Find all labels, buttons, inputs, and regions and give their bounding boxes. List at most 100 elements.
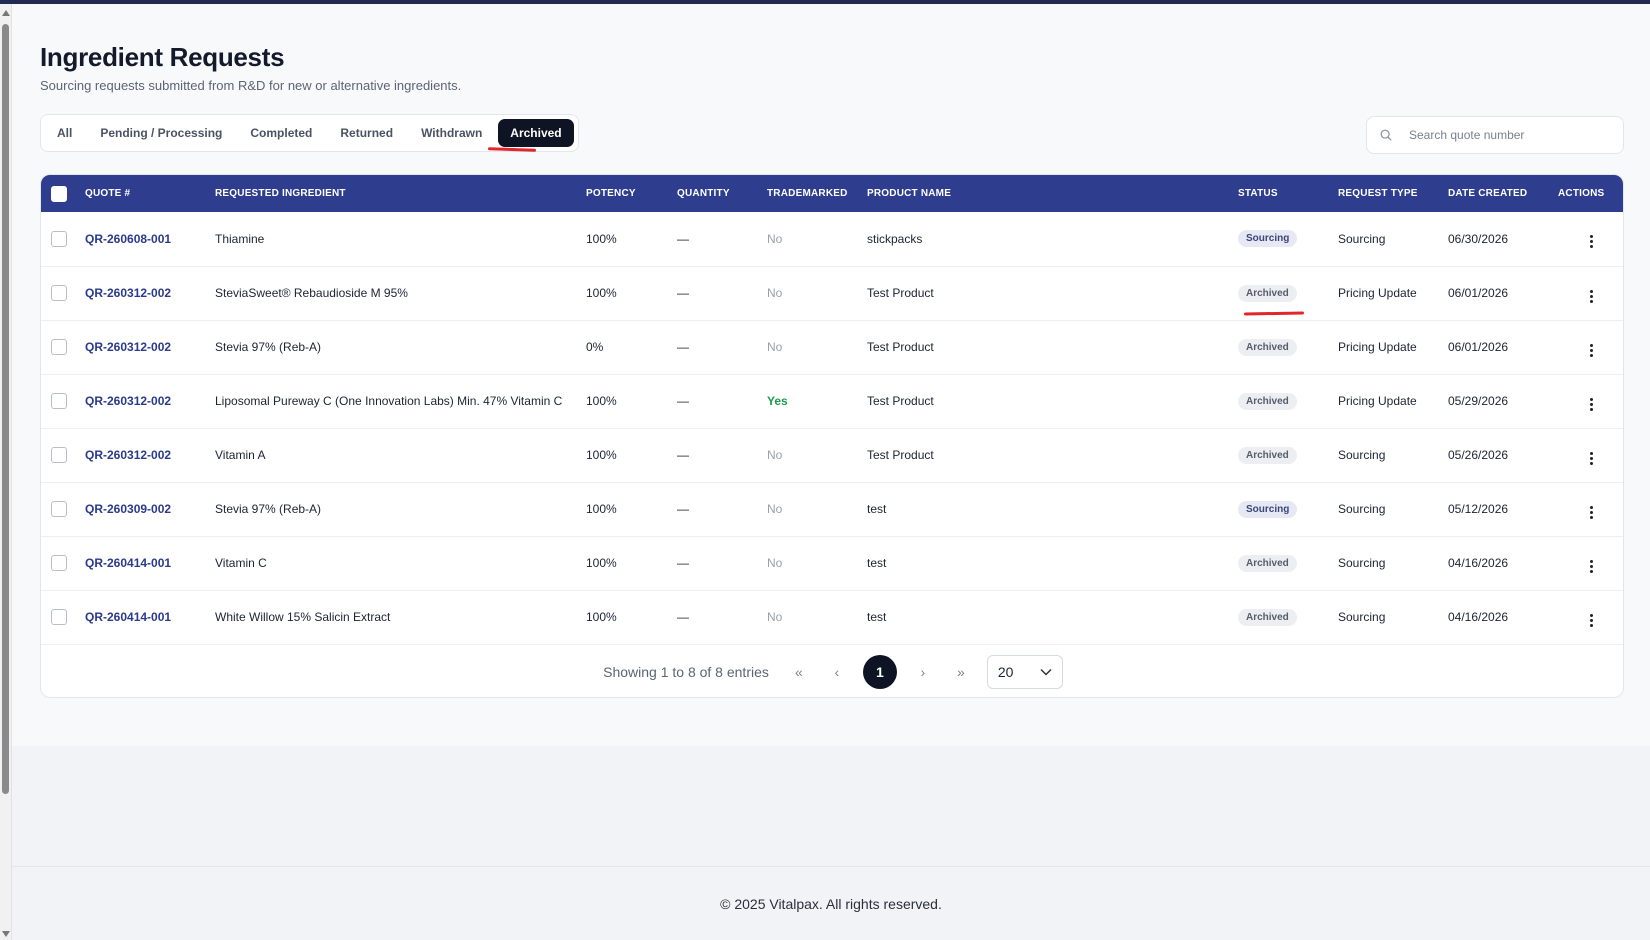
- col-trademarked[interactable]: TRADEMARKED: [767, 175, 867, 212]
- status-badge: Archived: [1238, 554, 1297, 572]
- col-product-name[interactable]: PRODUCT NAME: [867, 175, 1238, 212]
- quantity-cell: —: [677, 286, 689, 300]
- row-actions-menu-icon[interactable]: [1584, 342, 1599, 359]
- request-type-cell: Sourcing: [1338, 502, 1386, 516]
- col-date-created[interactable]: DATE CREATED: [1448, 175, 1558, 212]
- search-icon: [1380, 129, 1392, 141]
- trademarked-value: No: [767, 286, 783, 300]
- chevron-down-icon: [1040, 668, 1052, 676]
- ingredient-cell: Thiamine: [215, 231, 265, 246]
- col-request-type[interactable]: REQUEST TYPE: [1338, 175, 1448, 212]
- product-name-cell: Test Product: [867, 394, 934, 408]
- table-row[interactable]: QR-260312-002 SteviaSweet® Rebaudioside M…: [41, 266, 1623, 320]
- trademarked-value: No: [767, 610, 783, 624]
- tab-pending-processing[interactable]: Pending / Processing: [88, 119, 234, 147]
- current-page-button[interactable]: 1: [862, 655, 897, 689]
- status-badge: Archived: [1238, 284, 1297, 302]
- table-row[interactable]: QR-260312-002 Liposomal Pureway C (One In…: [41, 374, 1623, 428]
- date-created-cell: 06/01/2026: [1448, 340, 1509, 354]
- table-row[interactable]: QR-260312-002 Stevia 97% (Reb-A) 0% — No Test…: [41, 320, 1623, 374]
- page-scrollbar[interactable]: [0, 4, 12, 940]
- search-box[interactable]: [1366, 116, 1624, 154]
- row-checkbox[interactable]: [51, 230, 67, 247]
- page-size-value: 20: [997, 664, 1014, 680]
- next-page-button[interactable]: ›: [911, 664, 935, 680]
- row-actions-menu-icon[interactable]: [1584, 450, 1599, 467]
- col-ingredient[interactable]: REQUESTED INGREDIENT: [215, 175, 586, 212]
- row-actions-menu-icon[interactable]: [1584, 558, 1599, 575]
- row-select-cell: [41, 482, 85, 536]
- row-actions-menu-icon[interactable]: [1584, 233, 1599, 250]
- row-actions-menu-icon[interactable]: [1584, 504, 1599, 521]
- trademarked-value: No: [767, 448, 783, 462]
- row-checkbox[interactable]: [51, 447, 67, 463]
- col-quote[interactable]: QUOTE #: [85, 175, 215, 212]
- row-checkbox[interactable]: [51, 393, 67, 409]
- tab-returned[interactable]: Returned: [328, 119, 405, 147]
- scroll-up-arrow-icon[interactable]: [2, 10, 10, 16]
- ingredient-cell: Stevia 97% (Reb-A): [215, 340, 322, 354]
- tab-archived[interactable]: Archived: [498, 119, 574, 147]
- row-actions-menu-icon[interactable]: [1584, 396, 1599, 413]
- row-checkbox[interactable]: [51, 285, 67, 301]
- row-select-cell: [41, 590, 85, 644]
- pagination-summary: Showing 1 to 8 of 8 entries: [603, 664, 769, 680]
- potency-cell: 0%: [586, 340, 604, 354]
- potency-cell: 100%: [586, 556, 617, 570]
- page-subtitle: Sourcing requests submitted from R&D for…: [40, 78, 462, 93]
- quote-number-link[interactable]: QR-260312-002: [85, 286, 171, 300]
- row-checkbox[interactable]: [51, 555, 67, 571]
- ingredient-cell: Liposomal Pureway C (One Innovation Labs…: [215, 394, 563, 408]
- quote-number-link[interactable]: QR-260312-002: [85, 448, 171, 462]
- row-checkbox[interactable]: [51, 339, 67, 355]
- last-page-button[interactable]: »: [949, 664, 973, 680]
- scrollbar-thumb[interactable]: [2, 24, 9, 794]
- trademarked-value: No: [767, 556, 783, 570]
- quote-number-link[interactable]: QR-260414-001: [85, 556, 171, 570]
- product-name-cell: test: [867, 502, 887, 516]
- footer-copyright: © 2025 Vitalpax. All rights reserved.: [720, 895, 942, 912]
- status-badge: Archived: [1238, 608, 1297, 626]
- product-name-cell: test: [867, 610, 887, 624]
- row-checkbox[interactable]: [51, 501, 67, 517]
- row-actions-menu-icon[interactable]: [1584, 288, 1599, 305]
- table-row[interactable]: QR-260309-002 Stevia 97% (Reb-A) 100% — No te…: [41, 482, 1623, 536]
- date-created-cell: 04/16/2026: [1448, 610, 1509, 624]
- table-body: QR-260608-001 Thiamine 100% — No stickpacks So…: [41, 212, 1623, 644]
- quote-number-link[interactable]: QR-260309-002: [85, 502, 171, 516]
- potency-cell: 100%: [586, 231, 617, 246]
- prev-page-button[interactable]: ‹: [825, 664, 849, 680]
- quote-number-link[interactable]: QR-260608-001: [85, 232, 171, 246]
- quote-number-link[interactable]: QR-260312-002: [85, 340, 171, 354]
- tab-all[interactable]: All: [45, 119, 84, 147]
- select-all-checkbox[interactable]: [51, 185, 67, 202]
- row-select-cell: [41, 320, 85, 374]
- table-row[interactable]: QR-260414-001 White Willow 15% Salicin Ex…: [41, 590, 1623, 644]
- tab-withdrawn[interactable]: Withdrawn: [409, 119, 494, 147]
- search-input[interactable]: [1409, 128, 1619, 142]
- col-potency[interactable]: POTENCY: [586, 175, 677, 212]
- table-row[interactable]: QR-260414-001 Vitamin C 100% — No test Archive…: [41, 536, 1623, 590]
- scroll-down-arrow-icon[interactable]: [2, 931, 10, 937]
- row-actions-menu-icon[interactable]: [1584, 612, 1599, 629]
- tab-completed[interactable]: Completed: [238, 119, 324, 147]
- potency-cell: 100%: [586, 502, 617, 516]
- col-status[interactable]: STATUS: [1238, 175, 1338, 212]
- footer: © 2025 Vitalpax. All rights reserved.: [12, 866, 1650, 940]
- quote-number-link[interactable]: QR-260312-002: [85, 394, 171, 408]
- page-size-select[interactable]: 20: [986, 655, 1063, 689]
- potency-cell: 100%: [586, 286, 617, 300]
- quote-number-link[interactable]: QR-260414-001: [85, 610, 171, 624]
- potency-cell: 100%: [586, 448, 617, 462]
- request-type-cell: Sourcing: [1338, 610, 1386, 624]
- row-checkbox[interactable]: [51, 609, 67, 625]
- row-select-cell: [41, 428, 85, 482]
- date-created-cell: 05/12/2026: [1448, 502, 1509, 516]
- trademarked-value: Yes: [767, 394, 788, 408]
- first-page-button[interactable]: «: [787, 664, 811, 680]
- quantity-cell: —: [677, 502, 689, 516]
- col-quantity[interactable]: QUANTITY: [677, 175, 767, 212]
- table-row[interactable]: QR-260608-001 Thiamine 100% — No stickpacks So…: [41, 212, 1623, 266]
- select-all-cell: [41, 175, 85, 212]
- table-row[interactable]: QR-260312-002 Vitamin A 100% — No Test Produc…: [41, 428, 1623, 482]
